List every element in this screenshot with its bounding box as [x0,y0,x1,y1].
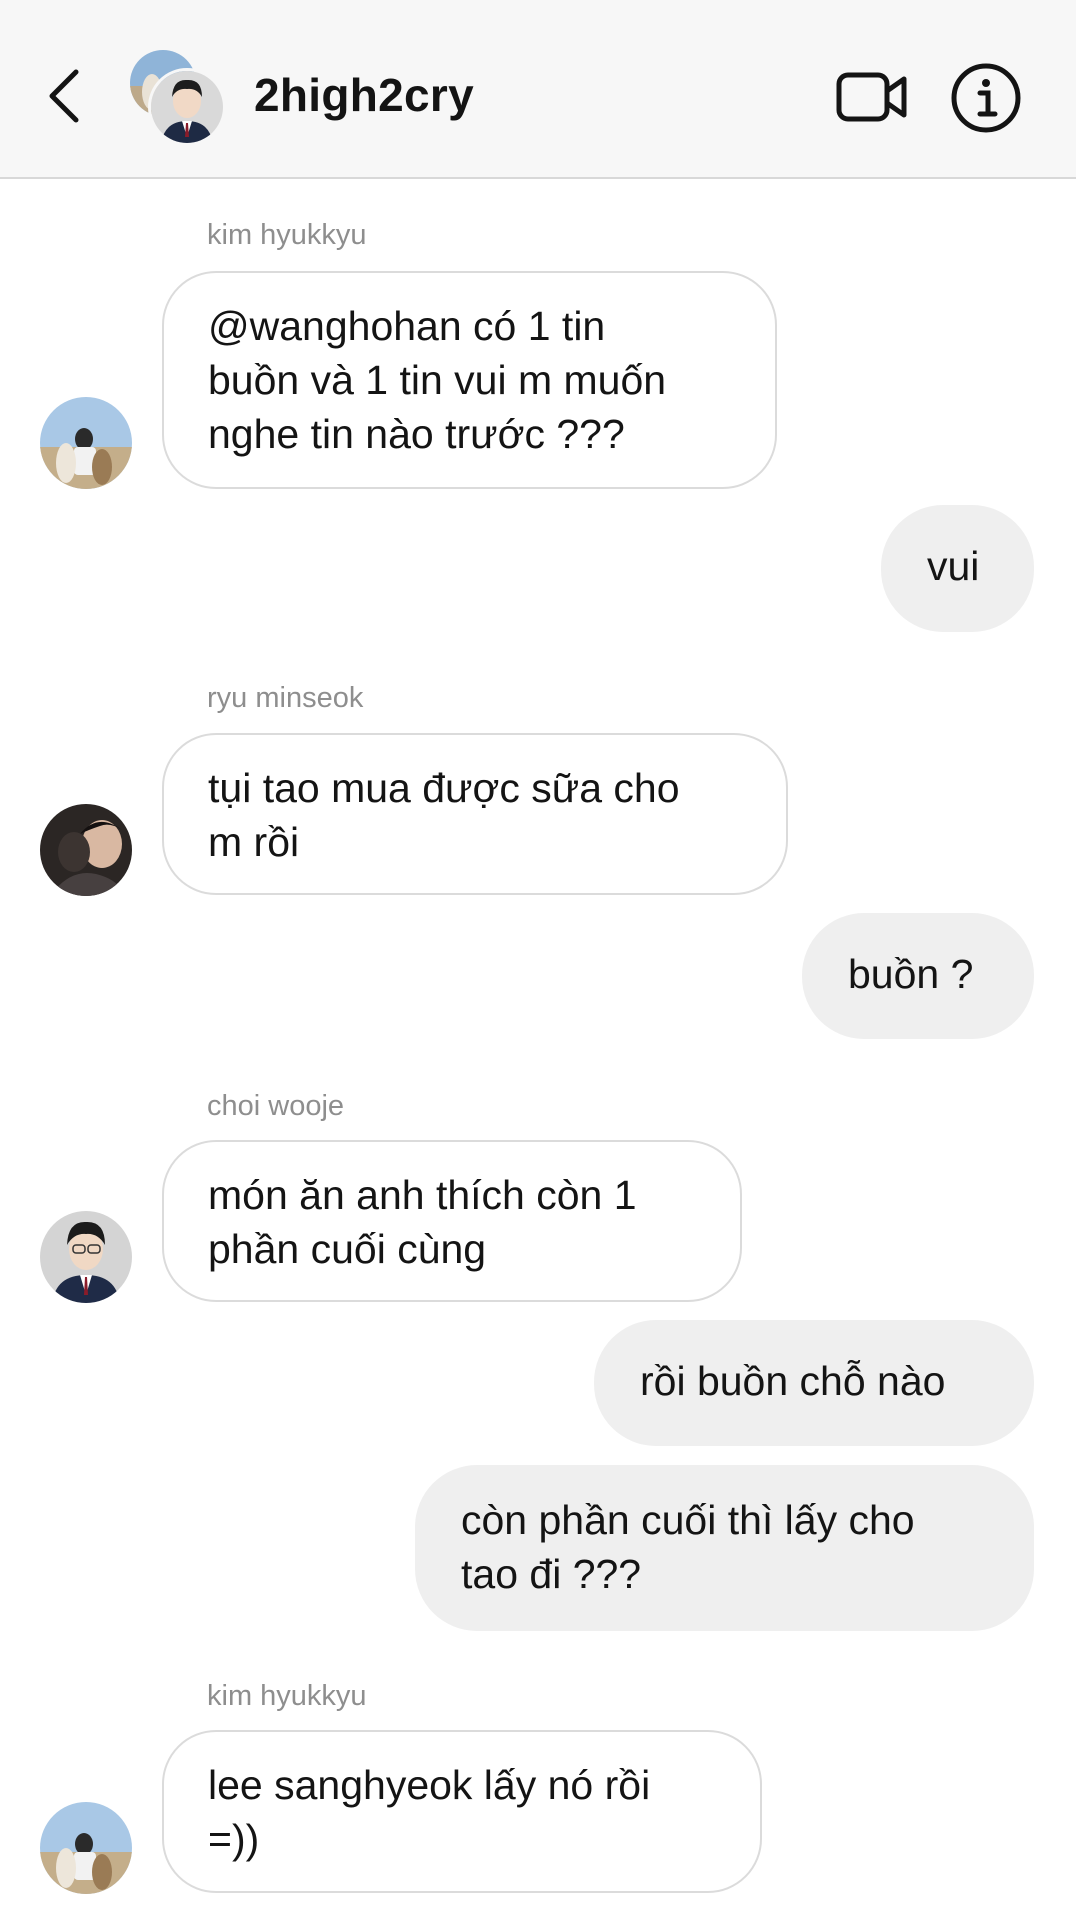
sender-name: ryu minseok [207,682,364,714]
message-line: tao đi ??? [461,1551,642,1597]
message-bubble-outgoing[interactable]: buồn ? [802,913,1034,1039]
message-line: phần cuối cùng [208,1226,487,1272]
group-avatar[interactable] [130,50,226,146]
sender-name: kim hyukkyu [207,219,367,251]
message-bubble-outgoing[interactable]: rồi buồn chỗ nào [594,1320,1034,1446]
message-line: buồn ? [848,951,974,997]
message-bubble-incoming[interactable]: @wanghohan có 1 tin buồn và 1 tin vui m … [162,271,777,489]
message-line: =)) [208,1816,260,1862]
video-call-button[interactable] [836,70,908,124]
sender-name: kim hyukkyu [207,1680,367,1712]
message-line: nghe tin nào trước ??? [208,411,625,457]
chat-header: 2high2cry [0,0,1076,179]
message-bubble-outgoing[interactable]: vui [881,505,1034,632]
sender-name: choi wooje [207,1090,345,1122]
info-button[interactable] [950,62,1022,134]
message-bubble-incoming[interactable]: món ăn anh thích còn 1 phần cuối cùng [162,1140,742,1302]
message-line: món ăn anh thích còn 1 [208,1172,637,1218]
back-button[interactable] [40,64,90,128]
message-bubble-incoming[interactable]: lee sanghyeok lấy nó rồi =)) [162,1730,762,1893]
message-line: tụi tao mua được sữa cho [208,765,680,811]
avatar-ryu-minseok[interactable] [40,804,132,896]
video-camera-icon [836,72,907,122]
message-line: m rồi [208,819,300,865]
group-avatar-portrait [148,68,226,146]
group-title[interactable]: 2high2cry [254,68,474,122]
message-bubble-outgoing[interactable]: còn phần cuối thì lấy cho tao đi ??? [415,1465,1034,1631]
avatar-kim-hyukkyu[interactable] [40,1802,132,1894]
message-line: lee sanghyeok lấy nó rồi [208,1762,651,1808]
message-line: @wanghohan có 1 tin [208,303,606,349]
message-bubble-incoming[interactable]: tụi tao mua được sữa cho m rồi [162,733,788,895]
chevron-left-icon [49,69,79,123]
message-line: còn phần cuối thì lấy cho [461,1497,915,1543]
message-line: vui [927,543,980,589]
message-line: rồi buồn chỗ nào [640,1358,946,1404]
message-line: buồn và 1 tin vui m muốn [208,357,667,403]
info-circle-icon [951,63,1021,133]
avatar-kim-hyukkyu[interactable] [40,397,132,489]
avatar-choi-wooje[interactable] [40,1211,132,1303]
